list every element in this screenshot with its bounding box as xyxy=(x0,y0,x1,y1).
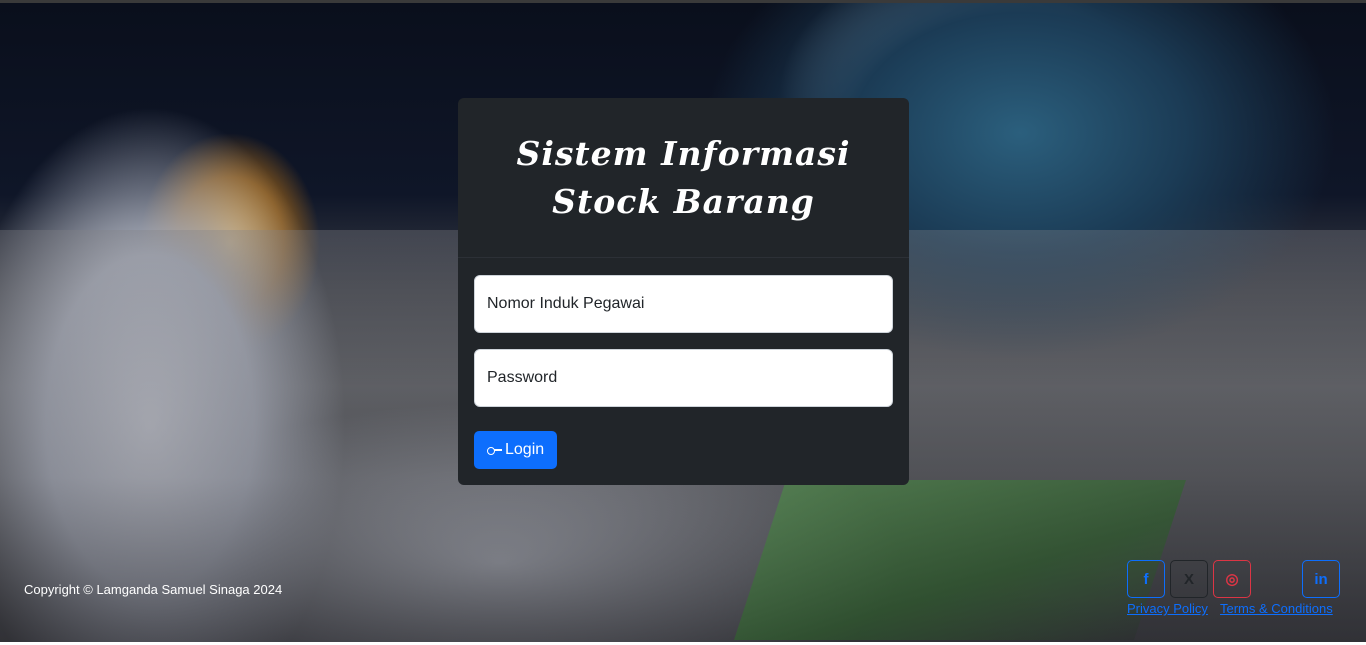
login-button-label: Login xyxy=(505,441,545,458)
login-card: Sistem Informasi Stock Barang Nomor Indu… xyxy=(458,98,909,485)
key-icon xyxy=(487,445,503,455)
password-placeholder: Password xyxy=(487,369,558,386)
background-decoration xyxy=(734,480,1186,640)
nip-input[interactable]: Nomor Induk Pegawai xyxy=(474,275,893,333)
copyright-text: Copyright © Lamganda Samuel Sinaga 2024 xyxy=(24,582,283,597)
x-glyph: X xyxy=(1183,570,1194,588)
x-icon[interactable]: X xyxy=(1170,560,1208,598)
page-title: Sistem Informasi Stock Barang xyxy=(516,133,851,221)
terms-conditions-link[interactable]: Terms & Conditions xyxy=(1220,601,1333,616)
instagram-icon[interactable]: ◎ xyxy=(1213,560,1251,598)
facebook-icon[interactable]: f xyxy=(1127,560,1165,598)
linkedin-glyph: in xyxy=(1314,570,1328,588)
facebook-glyph: f xyxy=(1143,570,1149,588)
linkedin-icon[interactable]: in xyxy=(1302,560,1340,598)
card-header: Sistem Informasi Stock Barang xyxy=(458,98,909,258)
instagram-glyph: ◎ xyxy=(1225,571,1239,588)
password-input[interactable]: Password xyxy=(474,349,893,407)
nip-placeholder: Nomor Induk Pegawai xyxy=(487,295,645,312)
privacy-policy-link[interactable]: Privacy Policy xyxy=(1127,601,1208,616)
login-button[interactable]: Login xyxy=(474,431,558,469)
